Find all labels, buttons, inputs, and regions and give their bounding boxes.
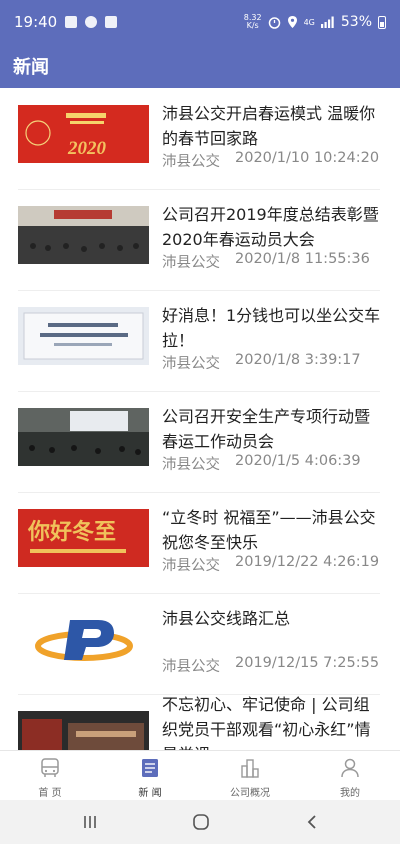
status-right: 8.32 K/s 4G 53% — [244, 14, 386, 30]
news-source: 沛县公交 — [162, 457, 220, 473]
company-icon — [241, 759, 259, 778]
bus-icon — [41, 758, 59, 777]
nav-news[interactable]: 新 闻 — [100, 751, 200, 801]
page-title: 新闻 — [13, 57, 49, 78]
news-title: 沛县公交开启春运模式 温暖你的春节回家路 — [162, 104, 376, 148]
check-notification-icon — [105, 16, 118, 28]
thumb-caption: 2020 — [67, 138, 107, 159]
alarm-icon — [268, 16, 280, 29]
user-icon — [341, 758, 359, 778]
news-thumbnail — [18, 307, 149, 365]
back-icon[interactable] — [304, 813, 320, 831]
news-item[interactable]: 不忘初心、牢记使命 | 公司组织党员干部观看“初心永红”情景党课 — [18, 694, 380, 750]
news-source: 沛县公交 — [162, 255, 220, 271]
nav-label: 我的 — [340, 788, 360, 799]
news-date: 2020/1/10 10:24:20 — [235, 150, 380, 166]
news-date: 2020/1/5 4:06:39 — [235, 453, 361, 469]
news-item[interactable]: 你好冬至 “立冬时 祝福至”——沛县公交祝您冬至快乐 沛县公交 2019/12/… — [18, 492, 380, 594]
news-item[interactable]: 沛县公交线路汇总 沛县公交 2019/12/15 7:25:55 — [18, 593, 380, 695]
nav-label: 公司概况 — [230, 788, 270, 799]
news-source: 沛县公交 — [162, 558, 220, 574]
net-speed-unit: K/s — [246, 21, 259, 30]
status-time: 19:40 — [14, 13, 58, 31]
network-type: 4G — [303, 17, 315, 27]
system-nav-bar — [0, 800, 400, 844]
app-notification-icon — [85, 16, 98, 28]
recent-apps-icon[interactable] — [82, 814, 98, 830]
news-icon — [142, 759, 158, 777]
news-thumbnail — [18, 711, 149, 750]
gallery-icon — [65, 16, 78, 28]
bottom-nav: 首 页 新 闻 公司概况 我的 — [0, 750, 400, 800]
battery-icon — [378, 15, 386, 29]
status-bar: 19:40 8.32 K/s 4G 53% — [0, 0, 400, 44]
news-thumbnail — [18, 408, 149, 466]
news-item[interactable]: 公司召开安全生产专项行动暨春运工作动员会 沛县公交 2020/1/5 4:06:… — [18, 391, 380, 493]
news-source: 沛县公交 — [162, 659, 220, 675]
bus-logo-icon — [18, 610, 149, 668]
nav-home[interactable]: 首 页 — [0, 751, 100, 801]
status-left: 19:40 — [14, 13, 118, 31]
news-thumbnail — [18, 610, 149, 668]
signal-icon — [320, 16, 334, 28]
news-item[interactable]: 2020 沛县公交开启春运模式 温暖你的春节回家路 沛县公交 2020/1/10… — [18, 88, 380, 190]
news-title: 好消息！1分钱也可以坐公交车拉！ — [162, 306, 381, 350]
battery-percent: 53% — [340, 14, 372, 30]
app-bar: 新闻 — [0, 44, 400, 88]
news-title: 不忘初心、牢记使命 | 公司组织党员干部观看“初心永红”情景党课 — [162, 695, 371, 750]
news-date: 2019/12/22 4:26:19 — [235, 554, 380, 570]
news-thumbnail: 2020 — [18, 105, 149, 163]
nav-profile[interactable]: 我的 — [300, 751, 400, 801]
news-title: 公司召开2019年度总结表彰暨2020年春运动员大会 — [162, 205, 379, 249]
news-date: 2019/12/15 7:25:55 — [235, 655, 380, 671]
news-thumbnail — [18, 206, 149, 264]
location-icon — [287, 16, 297, 28]
nav-label: 新 闻 — [138, 788, 162, 799]
news-thumbnail: 你好冬至 — [18, 509, 149, 567]
news-title: “立冬时 祝福至”——沛县公交祝您冬至快乐 — [162, 508, 376, 552]
home-icon[interactable] — [192, 813, 210, 831]
net-speed: 8.32 K/s — [244, 14, 262, 30]
news-title: 沛县公交线路汇总 — [162, 609, 291, 628]
nav-company[interactable]: 公司概况 — [200, 751, 300, 801]
news-date: 2020/1/8 3:39:17 — [235, 352, 361, 368]
news-item[interactable]: 公司召开2019年度总结表彰暨2020年春运动员大会 沛县公交 2020/1/8… — [18, 189, 380, 291]
news-source: 沛县公交 — [162, 154, 220, 170]
news-list[interactable]: 2020 沛县公交开启春运模式 温暖你的春节回家路 沛县公交 2020/1/10… — [0, 88, 400, 750]
nav-label: 首 页 — [38, 788, 62, 799]
news-date: 2020/1/8 11:55:36 — [235, 251, 370, 267]
news-title: 公司召开安全生产专项行动暨春运工作动员会 — [162, 407, 371, 451]
news-item[interactable]: 好消息！1分钱也可以坐公交车拉！ 沛县公交 2020/1/8 3:39:17 — [18, 290, 380, 392]
news-source: 沛县公交 — [162, 356, 220, 372]
thumb-caption: 你好冬至 — [27, 519, 116, 544]
